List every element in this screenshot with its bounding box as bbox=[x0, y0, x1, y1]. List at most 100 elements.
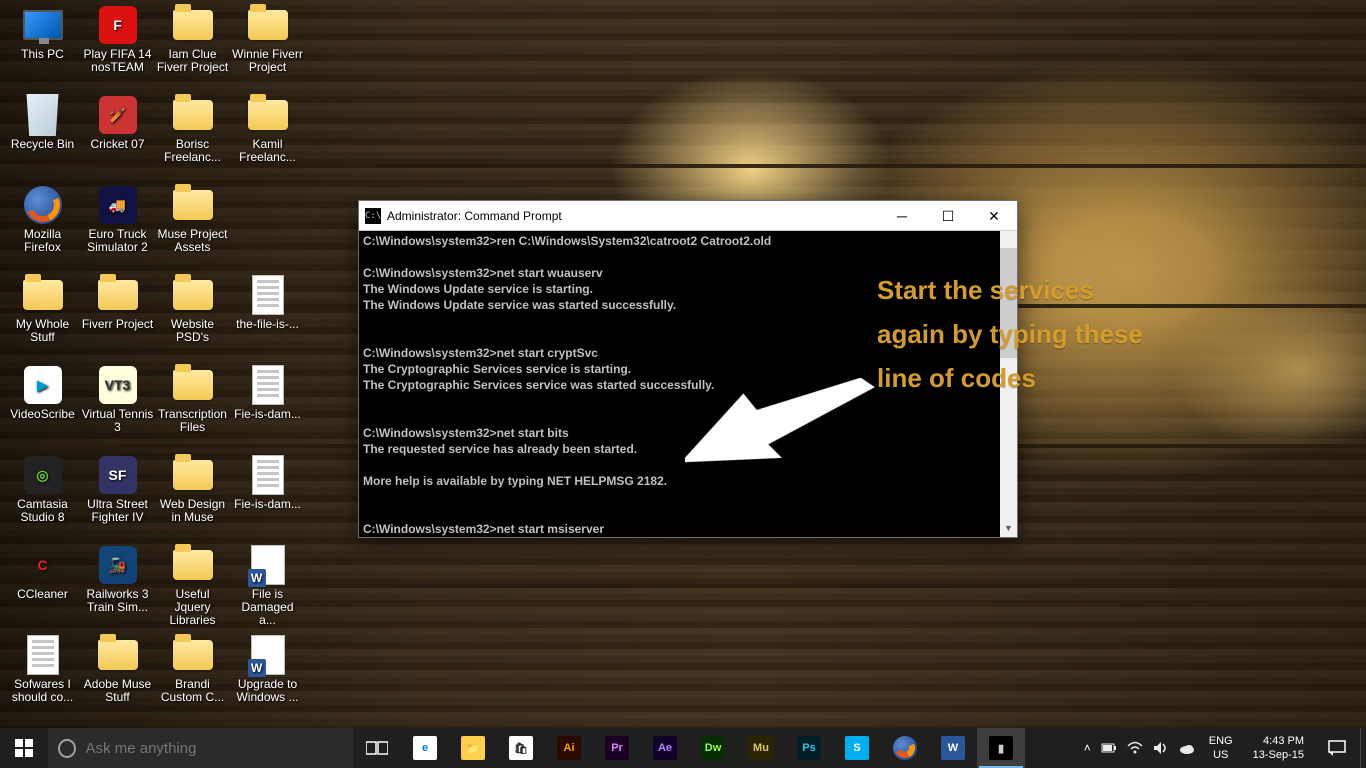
desktop-icon[interactable]: the-file-is-... bbox=[230, 270, 305, 360]
desktop-icon-label: Brandi Custom C... bbox=[157, 678, 229, 704]
desktop-icon-label: Iam Clue Fiverr Project bbox=[157, 48, 229, 74]
tray-chevron-icon[interactable]: ˄ bbox=[1084, 741, 1091, 755]
desktop-icon[interactable]: 🏏Cricket 07 bbox=[80, 90, 155, 180]
desktop-icon-label: Play FIFA 14 nosTEAM bbox=[82, 48, 154, 74]
desktop-icon-grid: This PC FPlay FIFA 14 nosTEAMIam Clue Fiv… bbox=[5, 0, 365, 720]
terminal-output[interactable]: C:\Windows\system32>ren C:\Windows\Syste… bbox=[359, 231, 1017, 537]
scrollbar[interactable]: ▲ ▼ bbox=[1000, 231, 1017, 537]
taskbar-app-firefox[interactable] bbox=[881, 728, 929, 768]
desktop-icon-label: Fiverr Project bbox=[82, 318, 153, 331]
desktop-icon[interactable]: Fie-is-dam... bbox=[230, 450, 305, 540]
desktop-icon[interactable]: Muse Project Assets bbox=[155, 180, 230, 270]
taskbar-app-premiere[interactable]: Pr bbox=[593, 728, 641, 768]
desktop-icon[interactable]: Website PSD's bbox=[155, 270, 230, 360]
cmd-icon: C:\ bbox=[365, 208, 381, 224]
desktop-icon[interactable]: Fiverr Project bbox=[80, 270, 155, 360]
desktop-icon-label: Kamil Freelanc... bbox=[232, 138, 304, 164]
minimize-button[interactable]: ─ bbox=[879, 201, 925, 231]
desktop-icon-label: File is Damaged a... bbox=[232, 588, 304, 627]
desktop-icon-label: Web Design in Muse bbox=[157, 498, 229, 524]
scroll-down-arrow[interactable]: ▼ bbox=[1000, 520, 1017, 537]
cortana-search[interactable] bbox=[48, 728, 353, 768]
desktop-icon[interactable]: ◎Camtasia Studio 8 bbox=[5, 450, 80, 540]
desktop-icon[interactable]: Borisc Freelanc... bbox=[155, 90, 230, 180]
desktop-icon-label: Website PSD's bbox=[157, 318, 229, 344]
desktop-icon-label: Virtual Tennis 3 bbox=[82, 408, 154, 434]
desktop-icon-label: Camtasia Studio 8 bbox=[7, 498, 79, 524]
desktop-icon-label: Sofwares I should co... bbox=[7, 678, 79, 704]
desktop-icon[interactable]: 🚂Railworks 3 Train Sim... bbox=[80, 540, 155, 630]
scroll-thumb[interactable] bbox=[1000, 248, 1017, 358]
clock[interactable]: 4:43 PM13-Sep-15 bbox=[1247, 734, 1310, 762]
desktop-icon[interactable]: VT3Virtual Tennis 3 bbox=[80, 360, 155, 450]
wifi-icon[interactable] bbox=[1127, 740, 1143, 756]
desktop-icon-label: Mozilla Firefox bbox=[7, 228, 79, 254]
desktop-icon[interactable]: Useful Jquery Libraries bbox=[155, 540, 230, 630]
battery-icon[interactable] bbox=[1101, 740, 1117, 756]
start-button[interactable] bbox=[0, 728, 48, 768]
desktop-icon-label: Railworks 3 Train Sim... bbox=[82, 588, 154, 614]
desktop-icon[interactable]: Upgrade to Windows ... bbox=[230, 630, 305, 720]
taskbar-app-store[interactable]: 🛍 bbox=[497, 728, 545, 768]
desktop-icon-label: Upgrade to Windows ... bbox=[232, 678, 304, 704]
desktop-icon-label: Cricket 07 bbox=[90, 138, 144, 151]
desktop-icon[interactable]: Adobe Muse Stuff bbox=[80, 630, 155, 720]
desktop-icon[interactable]: Iam Clue Fiverr Project bbox=[155, 0, 230, 90]
taskbar: e📁🛍AiPrAeDwMuPsS W▮ ˄ ENGUS 4:43 PM13-Sep… bbox=[0, 728, 1366, 768]
volume-icon[interactable] bbox=[1153, 740, 1169, 756]
taskbar-app-word[interactable]: W bbox=[929, 728, 977, 768]
desktop-icon[interactable]: Brandi Custom C... bbox=[155, 630, 230, 720]
desktop-icon[interactable]: My Whole Stuff bbox=[5, 270, 80, 360]
search-input[interactable] bbox=[86, 740, 343, 757]
desktop-icon-label: CCleaner bbox=[17, 588, 68, 601]
taskbar-app-explorer[interactable]: 📁 bbox=[449, 728, 497, 768]
desktop-icon[interactable]: CCCleaner bbox=[5, 540, 80, 630]
desktop-icon-label: Muse Project Assets bbox=[157, 228, 229, 254]
desktop-icon-label: Transcription Files bbox=[157, 408, 229, 434]
desktop-icon[interactable]: Transcription Files bbox=[155, 360, 230, 450]
task-view-button[interactable] bbox=[353, 728, 401, 768]
taskbar-app-cmd[interactable]: ▮ bbox=[977, 728, 1025, 768]
desktop-icon-label: Borisc Freelanc... bbox=[157, 138, 229, 164]
language-indicator[interactable]: ENGUS bbox=[1205, 734, 1237, 762]
desktop-icon[interactable]: This PC bbox=[5, 0, 80, 90]
desktop-icon-label: Useful Jquery Libraries bbox=[157, 588, 229, 627]
desktop-icon[interactable]: File is Damaged a... bbox=[230, 540, 305, 630]
desktop-icon-label: This PC bbox=[21, 48, 64, 61]
desktop-icon-label: Euro Truck Simulator 2 bbox=[82, 228, 154, 254]
show-desktop-button[interactable] bbox=[1360, 728, 1366, 768]
desktop-icon-label: Winnie Fiverr Project bbox=[232, 48, 304, 74]
desktop-icon-label: Adobe Muse Stuff bbox=[82, 678, 154, 704]
desktop-icon[interactable]: 🚚Euro Truck Simulator 2 bbox=[80, 180, 155, 270]
taskbar-app-muse[interactable]: Mu bbox=[737, 728, 785, 768]
onedrive-icon[interactable] bbox=[1179, 740, 1195, 756]
desktop-icon-label: Fie-is-dam... bbox=[234, 498, 301, 511]
maximize-button[interactable]: ☐ bbox=[925, 201, 971, 231]
desktop-icon[interactable]: Sofwares I should co... bbox=[5, 630, 80, 720]
taskbar-app-skype[interactable]: S bbox=[833, 728, 881, 768]
desktop-icon[interactable]: Recycle Bin bbox=[5, 90, 80, 180]
desktop-icon[interactable]: SFUltra Street Fighter IV bbox=[80, 450, 155, 540]
desktop-icon[interactable]: Kamil Freelanc... bbox=[230, 90, 305, 180]
desktop-icon-label: Recycle Bin bbox=[11, 138, 74, 151]
desktop-icon-label: My Whole Stuff bbox=[7, 318, 79, 344]
desktop-icon[interactable]: FPlay FIFA 14 nosTEAM bbox=[80, 0, 155, 90]
desktop-icon[interactable]: ▶VideoScribe bbox=[5, 360, 80, 450]
system-tray: ˄ ENGUS 4:43 PM13-Sep-15 bbox=[1080, 728, 1314, 768]
cortana-icon bbox=[58, 739, 76, 758]
desktop-icon[interactable]: Winnie Fiverr Project bbox=[230, 0, 305, 90]
taskbar-app-dreamweaver[interactable]: Dw bbox=[689, 728, 737, 768]
close-button[interactable]: ✕ bbox=[971, 201, 1017, 231]
action-center-button[interactable] bbox=[1314, 728, 1360, 768]
desktop-icon-label: Ultra Street Fighter IV bbox=[82, 498, 154, 524]
taskbar-app-illustrator[interactable]: Ai bbox=[545, 728, 593, 768]
desktop-icon-label: Fie-is-dam... bbox=[234, 408, 301, 421]
taskbar-app-edge[interactable]: e bbox=[401, 728, 449, 768]
command-prompt-window: C:\ Administrator: Command Prompt ─ ☐ ✕ … bbox=[358, 200, 1018, 538]
desktop-icon[interactable]: Fie-is-dam... bbox=[230, 360, 305, 450]
window-titlebar[interactable]: C:\ Administrator: Command Prompt ─ ☐ ✕ bbox=[359, 201, 1017, 231]
desktop-icon[interactable]: Mozilla Firefox bbox=[5, 180, 80, 270]
taskbar-app-photoshop[interactable]: Ps bbox=[785, 728, 833, 768]
desktop-icon[interactable]: Web Design in Muse bbox=[155, 450, 230, 540]
taskbar-app-after-effects[interactable]: Ae bbox=[641, 728, 689, 768]
